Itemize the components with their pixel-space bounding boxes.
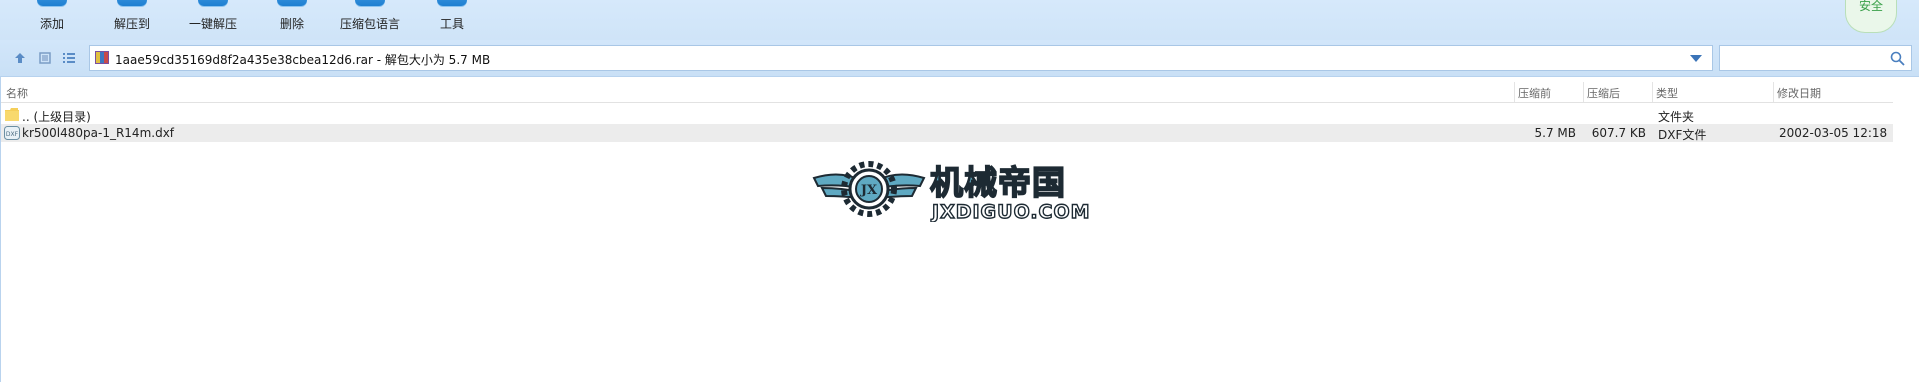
search-input[interactable] xyxy=(1719,45,1912,71)
list-view-icon[interactable] xyxy=(62,51,76,65)
security-badge[interactable]: 安全 xyxy=(1845,0,1897,33)
file-packed-size: 5.7 MB xyxy=(1534,126,1576,140)
file-type: 文件夹 xyxy=(1658,110,1695,124)
pane-divider xyxy=(0,76,1,382)
list-item-dxf-file[interactable]: DXF kr500l480pa-1_R14m.dxf 5.7 MB 607.7 … xyxy=(0,124,1893,142)
archive-path: 1aae59cd35169d8f2a435e38cbea12d6.rar - 解… xyxy=(115,53,491,67)
toolbar: 添加 解压到 一键解压 删除 压缩包语言 工具 安全 xyxy=(0,0,1919,40)
tools-button[interactable]: 工具 xyxy=(430,0,474,36)
logo-emblem-text: JX xyxy=(860,183,878,198)
column-divider[interactable] xyxy=(1773,82,1774,102)
logo-title: 机械帝国 xyxy=(930,163,1066,202)
column-packed-size[interactable]: 压缩前 xyxy=(1518,85,1551,101)
archive-language-button-label: 压缩包语言 xyxy=(339,17,400,31)
delete-button[interactable]: 删除 xyxy=(270,0,314,36)
security-badge-label: 安全 xyxy=(1858,0,1883,13)
scroll-gutter xyxy=(1893,82,1919,382)
column-name[interactable]: 名称 xyxy=(6,85,28,101)
extract-to-button-label: 解压到 xyxy=(113,17,150,31)
delete-button-label: 删除 xyxy=(279,17,304,31)
extract-to-button[interactable]: 解压到 xyxy=(106,0,158,36)
archive-icon xyxy=(95,51,109,64)
file-name: kr500l480pa-1_R14m.dxf xyxy=(22,126,175,140)
search-icon[interactable] xyxy=(1890,51,1905,66)
one-click-extract-button[interactable]: 一键解压 xyxy=(182,0,244,36)
archive-language-button[interactable]: 压缩包语言 xyxy=(334,0,406,36)
column-unpacked-size[interactable]: 压缩后 xyxy=(1587,85,1620,101)
column-divider[interactable] xyxy=(1514,82,1515,102)
chevron-down-icon[interactable] xyxy=(1690,55,1702,62)
path-field[interactable]: 1aae59cd35169d8f2a435e38cbea12d6.rar - 解… xyxy=(89,45,1713,71)
tools-icon xyxy=(437,0,467,6)
column-divider[interactable] xyxy=(1652,82,1653,102)
file-type: DXF文件 xyxy=(1658,128,1707,142)
thumbnail-view-icon[interactable] xyxy=(38,51,52,65)
file-unpacked-size: 607.7 KB xyxy=(1591,126,1646,140)
extract-to-icon xyxy=(117,0,147,6)
archive-language-icon xyxy=(355,0,385,6)
column-divider[interactable] xyxy=(1583,82,1584,102)
add-button[interactable]: 添加 xyxy=(28,0,76,36)
column-header: 名称 压缩前 压缩后 类型 修改日期 xyxy=(0,82,1919,103)
file-modified-date: 2002-03-05 12:18 xyxy=(1779,126,1888,140)
folder-icon xyxy=(5,108,19,121)
logo-subtitle: JXDIGUO.COM xyxy=(930,201,1091,222)
column-type[interactable]: 类型 xyxy=(1656,85,1678,101)
up-folder-icon[interactable] xyxy=(13,51,27,65)
one-click-extract-button-label: 一键解压 xyxy=(188,17,237,31)
tools-button-label: 工具 xyxy=(439,17,464,31)
dxf-file-icon: DXF xyxy=(4,126,20,140)
add-button-label: 添加 xyxy=(39,17,64,31)
one-click-extract-icon xyxy=(198,0,228,6)
column-modified[interactable]: 修改日期 xyxy=(1777,85,1821,101)
jxdiguo-watermark-logo: JX 机械帝国 JXDIGUO.COM xyxy=(812,161,1091,222)
svg-text:DXF: DXF xyxy=(6,131,19,138)
list-item-parent-folder[interactable]: .. (上级目录) 文件夹 xyxy=(0,106,1893,124)
add-icon xyxy=(37,0,67,6)
delete-icon xyxy=(277,0,307,6)
file-name: .. (上级目录) xyxy=(22,110,91,124)
